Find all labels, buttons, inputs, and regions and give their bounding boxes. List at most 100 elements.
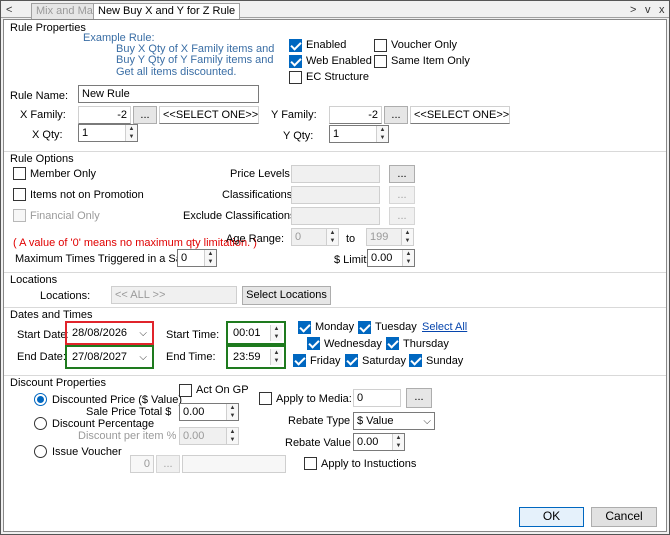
sale-price-total-input[interactable]: 0.00 ▲ ▼	[179, 403, 239, 421]
section-divider	[4, 151, 666, 152]
enabled-checkbox[interactable]	[289, 39, 302, 52]
age-range-label: Age Range:	[226, 233, 285, 245]
end-time-value: 23:59	[233, 351, 261, 363]
rebate-value-label: Rebate Value	[285, 437, 351, 449]
discount-percentage-radio[interactable]	[34, 417, 47, 430]
discount-properties-heading: Discount Properties	[10, 377, 106, 389]
ok-button[interactable]: OK	[519, 507, 584, 527]
spinner-icon[interactable]: ▲ ▼	[392, 434, 404, 450]
web-enabled-checkbox[interactable]	[289, 55, 302, 68]
tab-new-buy-x-y-z-rule[interactable]: New Buy X and Y for Z Rule	[93, 3, 241, 20]
start-date-picker[interactable]: 28/08/2026 ⌵	[68, 324, 151, 342]
tab-scroll-left-icon[interactable]: <	[6, 4, 12, 16]
items-not-on-promotion-label: Items not on Promotion	[30, 189, 144, 201]
chevron-down-icon[interactable]: ⌵	[423, 414, 431, 429]
cancel-button[interactable]: Cancel	[591, 507, 657, 527]
y-family-select[interactable]: <<SELECT ONE>>	[410, 106, 510, 124]
enabled-label: Enabled	[306, 39, 347, 51]
x-qty-label: X Qty:	[32, 129, 63, 141]
rule-editor-panel: Rule Properties Example Rule: Buy X Qty …	[3, 19, 667, 532]
sunday-checkbox[interactable]	[409, 354, 422, 367]
tab-menu-icon[interactable]: v	[645, 4, 651, 16]
chevron-down-icon[interactable]: ⌵	[139, 350, 147, 365]
age-from-input: 0 ▲ ▼	[291, 228, 339, 246]
start-time-input[interactable]: 00:01 ▲ ▼	[229, 324, 283, 342]
spinner-icon[interactable]: ▲ ▼	[125, 125, 137, 141]
sunday-label: Sunday	[426, 355, 464, 367]
start-date-value: 28/08/2026	[72, 327, 128, 339]
media-id-input[interactable]: 0	[353, 389, 401, 407]
sale-price-total-label: Sale Price Total $	[86, 406, 172, 418]
spinner-icon[interactable]: ▲ ▼	[226, 404, 238, 420]
voucher-only-label: Voucher Only	[391, 39, 458, 51]
voucher-only-checkbox[interactable]	[374, 39, 387, 52]
section-divider	[4, 307, 666, 308]
chevron-down-icon[interactable]: ⌵	[139, 326, 147, 341]
select-locations-button[interactable]: Select Locations	[242, 286, 331, 305]
discounted-price-radio[interactable]	[34, 393, 47, 406]
end-time-input[interactable]: 23:59 ▲ ▼	[229, 348, 283, 366]
wednesday-checkbox[interactable]	[307, 337, 320, 350]
age-to-value: 199	[370, 231, 389, 243]
end-date-value: 27/08/2027	[72, 351, 128, 363]
x-family-input[interactable]: -2	[78, 106, 131, 124]
friday-label: Friday	[310, 355, 341, 367]
age-to-input: 199 ▲ ▼	[366, 228, 414, 246]
y-qty-label: Y Qty:	[283, 130, 314, 142]
discount-per-item-label: Discount per item %	[78, 430, 177, 442]
x-qty-input[interactable]: 1 ▲ ▼	[78, 124, 138, 142]
tuesday-label: Tuesday	[375, 321, 417, 333]
rebate-type-value: $ Value	[357, 415, 394, 427]
spinner-icon[interactable]: ▲ ▼	[270, 349, 282, 365]
saturday-checkbox[interactable]	[345, 354, 358, 367]
rule-options-heading: Rule Options	[10, 153, 74, 165]
same-item-only-checkbox[interactable]	[374, 55, 387, 68]
rule-properties-heading: Rule Properties	[10, 22, 86, 34]
tab-scroll-right-icon[interactable]: >	[630, 4, 636, 16]
y-qty-value: 1	[333, 128, 340, 140]
monday-checkbox[interactable]	[298, 321, 311, 334]
example-rule-line: Get all items discounted.	[116, 66, 237, 78]
select-all-link[interactable]: Select All	[422, 321, 467, 334]
ec-structure-label: EC Structure	[306, 71, 369, 83]
thursday-checkbox[interactable]	[386, 337, 399, 350]
price-levels-browse-button[interactable]: ...	[389, 165, 415, 183]
max-times-triggered-input[interactable]: 0 ▲ ▼	[177, 249, 217, 267]
act-on-gp-checkbox[interactable]	[179, 384, 192, 397]
max-times-triggered-value: 0	[181, 252, 188, 264]
dollar-limit-input[interactable]: 0.00 ▲ ▼	[367, 249, 415, 267]
items-not-on-promotion-checkbox[interactable]	[13, 188, 26, 201]
rule-name-input[interactable]: New Rule	[78, 85, 259, 103]
rebate-type-label: Rebate Type	[288, 415, 351, 427]
tuesday-checkbox[interactable]	[358, 321, 371, 334]
sale-price-total-value: 0.00	[183, 406, 205, 418]
close-icon[interactable]: x	[659, 4, 665, 16]
y-qty-input[interactable]: 1 ▲ ▼	[329, 125, 389, 143]
rule-name-label: Rule Name:	[10, 90, 69, 102]
thursday-label: Thursday	[403, 338, 449, 350]
apply-to-media-checkbox[interactable]	[259, 392, 272, 405]
friday-checkbox[interactable]	[293, 354, 306, 367]
media-browse-button[interactable]: ...	[406, 388, 432, 408]
spinner-icon[interactable]: ▲ ▼	[270, 325, 282, 341]
discount-per-item-value: 0.00	[183, 430, 205, 442]
x-family-browse-button[interactable]: ...	[133, 106, 157, 124]
apply-to-instructions-checkbox[interactable]	[304, 457, 317, 470]
issue-voucher-radio[interactable]	[34, 445, 47, 458]
member-only-checkbox[interactable]	[13, 167, 26, 180]
spinner-icon[interactable]: ▲ ▼	[402, 250, 414, 266]
spinner-icon[interactable]: ▲ ▼	[376, 126, 388, 142]
end-date-picker[interactable]: 27/08/2027 ⌵	[68, 348, 151, 366]
classifications-browse-button: ...	[389, 186, 415, 204]
x-family-select[interactable]: <<SELECT ONE>>	[159, 106, 259, 124]
y-family-input[interactable]: -2	[329, 106, 382, 124]
exclude-classifications-label: Exclude Classifications:	[183, 210, 299, 222]
spinner-icon[interactable]: ▲ ▼	[204, 250, 216, 266]
rebate-type-select[interactable]: $ Value ⌵	[353, 412, 435, 430]
y-family-browse-button[interactable]: ...	[384, 106, 408, 124]
section-divider	[4, 375, 666, 376]
rebate-value-input[interactable]: 0.00 ▲ ▼	[353, 433, 405, 451]
ec-structure-checkbox[interactable]	[289, 71, 302, 84]
rebate-value-value: 0.00	[357, 436, 379, 448]
classifications-field	[291, 186, 380, 204]
